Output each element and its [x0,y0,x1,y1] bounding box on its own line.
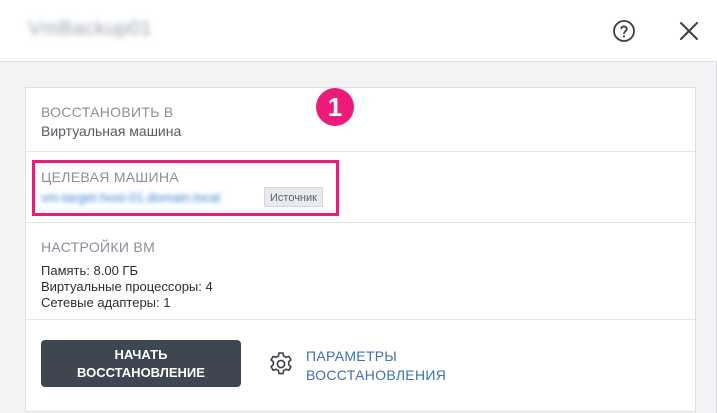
restore-options-line1: ПАРАМЕТРЫ [306,348,398,364]
restore-options-line2: ВОССТАНОВЛЕНИЯ [306,367,447,383]
restore-to-label: ВОССТАНОВИТЬ В [41,104,174,120]
actions-section: НАЧАТЬ ВОССТАНОВЛЕНИЕ ПАРАМЕТРЫ ВОССТАНО… [26,320,695,412]
dialog-title: VmBackup01 [28,18,152,40]
vm-settings-section: НАСТРОЙКИ ВМ Память: 8.00 ГБ Виртуальные… [26,223,695,320]
highlight-box [32,160,339,216]
question-circle-icon [613,20,635,42]
restore-to-value: Виртуальная машина [41,123,182,139]
start-restore-label-line2: ВОССТАНОВЛЕНИЕ [77,365,205,380]
restore-options-link[interactable]: ПАРАМЕТРЫ ВОССТАНОВЛЕНИЯ [266,345,506,385]
restore-panel: ВОССТАНОВИТЬ В Виртуальная машина ЦЕЛЕВА… [25,87,696,412]
close-button[interactable] [678,20,700,42]
restore-to-section: ВОССТАНОВИТЬ В Виртуальная машина [26,88,695,152]
gear-icon [270,352,292,375]
help-button[interactable] [612,19,636,43]
vm-cpus: Виртуальные процессоры: 4 [41,279,213,294]
vm-settings-label: НАСТРОЙКИ ВМ [41,239,156,255]
restore-options-label: ПАРАМЕТРЫ ВОССТАНОВЛЕНИЯ [306,347,446,385]
dialog-header: VmBackup01 [0,0,717,62]
start-restore-button[interactable]: НАЧАТЬ ВОССТАНОВЛЕНИЕ [41,340,241,387]
vm-memory: Память: 8.00 ГБ [41,263,138,278]
callout-badge: 1 [316,88,354,126]
close-icon [680,22,698,40]
target-machine-section: ЦЕЛЕВАЯ МАШИНА vm-target-host-01.domain.… [26,152,695,223]
vm-network-adapters: Сетевые адаптеры: 1 [41,295,171,310]
restore-dialog: VmBackup01 ВОССТАНОВИТЬ В Виртуальная ма… [0,0,717,413]
start-restore-label-line1: НАЧАТЬ [114,347,168,362]
